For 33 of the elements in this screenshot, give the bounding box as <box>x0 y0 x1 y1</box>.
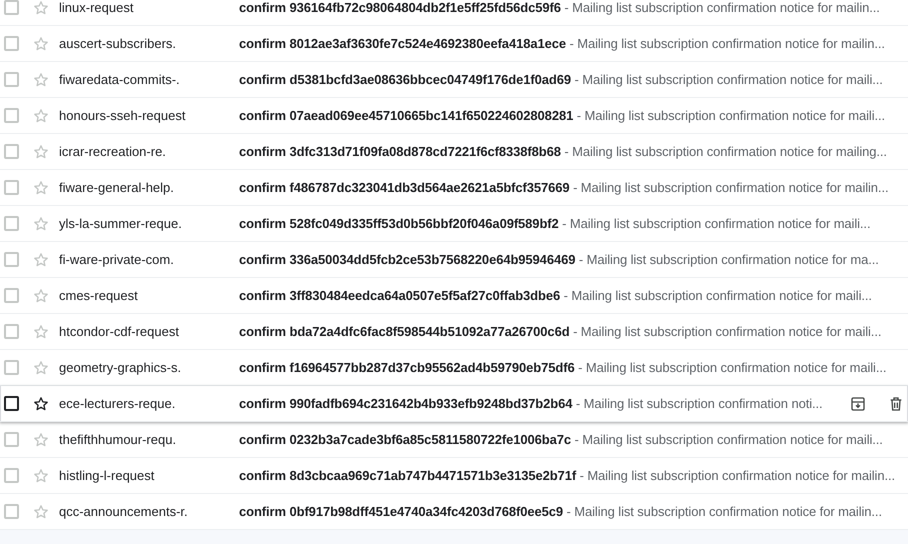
sender-name: qcc-announcements-r. <box>59 504 189 519</box>
message-preview: confirm 0bf917b98dff451e4740a34fc4203d768f0ee5c9 - Mailing list subscription confirmation notice for mailin... <box>239 504 883 519</box>
message-preview: confirm 990fadfb694c231642b4b933efb9248bd37b2b64 - Mailing list subscription confirmation noti... <box>239 396 824 411</box>
message-preview: confirm 936164fb72c98064804db2f1e5ff25fd56dc59f6 - Mailing list subscription confirmation notice for mailin... <box>239 0 881 15</box>
sender-name: histling-l-request <box>59 468 156 483</box>
sender-name: auscert-subscribers. <box>59 36 178 51</box>
message-preview: confirm 07aead069ee45710665bc141f650224602808281 - Mailing list subscription confirmation notice for maili... <box>239 108 886 123</box>
message-preview: confirm bda72a4dfc6fac8f598544b51092a77a26700c6d - Mailing list subscription confirmation notice for maili... <box>239 324 882 339</box>
sender-name: htcondor-cdf-request <box>59 324 180 339</box>
sender-name: linux-request <box>59 0 134 15</box>
star-icon[interactable] <box>33 396 49 412</box>
message-preview: confirm d5381bcfd3ae08636bbcec04749f176de1f0ad69 - Mailing list subscription confirmation notice for maili... <box>239 72 884 87</box>
sender-name: fiware-general-help. <box>59 180 175 195</box>
email-row[interactable]: ece-lecturers-reque. confirm 990fadfb694c231642b4b933efb9248bd37b2b64 - Mailing list subscription confirmation noti... <box>0 386 908 422</box>
sender-name: cmes-request <box>59 288 139 303</box>
message-preview: confirm 528fc049d335ff53d0b56bbf20f046a09f589bf2 - Mailing list subscription confirmation notice for maili... <box>239 216 872 231</box>
sender-name: fi-ware-private-com. <box>59 252 175 267</box>
sender-name: thefifthhumour-requ. <box>59 432 178 447</box>
message-preview: confirm f486787dc323041db3d564ae2621a5bfcf357669 - Mailing list subscription confirmation notice for mailin... <box>239 180 890 195</box>
message-preview: confirm f16964577bb287d37cb95562ad4b59790eb75df6 - Mailing list subscription confirmation notice for maili... <box>239 360 888 375</box>
sender-name: icrar-recreation-re. <box>59 144 167 159</box>
message-preview: confirm 3dfc313d71f09fa08d878cd7221f6cf8338f8b68 - Mailing list subscription confirmation notice for mailing... <box>239 144 888 159</box>
message-preview: confirm 336a50034dd5fcb2ce53b7568220e64b95946469 - Mailing list subscription confirmation notice for ma... <box>239 252 880 267</box>
message-preview: confirm 3ff830484eedca64a0507e5f5af27c0ffab3dbe6 - Mailing list subscription confirmation notice for maili... <box>239 288 873 303</box>
message-preview: confirm 8012ae3af3630fe7c524e4692380eefa418a1ece - Mailing list subscription confirmation notice for mailin... <box>239 36 886 51</box>
checkbox[interactable] <box>4 396 19 411</box>
sender-name: geometry-graphics-s. <box>59 360 182 375</box>
sender-name: yls-la-summer-reque. <box>59 216 183 231</box>
sender-name: honours-sseh-request <box>59 108 186 123</box>
sender-name: fiwaredata-commits-. <box>59 72 181 87</box>
sender-name: ece-lecturers-reque. <box>59 396 176 411</box>
message-preview: confirm 8d3cbcaa969c71ab747b4471571b3e3135e2b71f - Mailing list subscription confirmation notice for mailin... <box>239 468 896 483</box>
message-preview: confirm 0232b3a7cade3bf6a85c5811580722fe1006ba7c - Mailing list subscription confirmation notice for maili... <box>239 432 884 447</box>
